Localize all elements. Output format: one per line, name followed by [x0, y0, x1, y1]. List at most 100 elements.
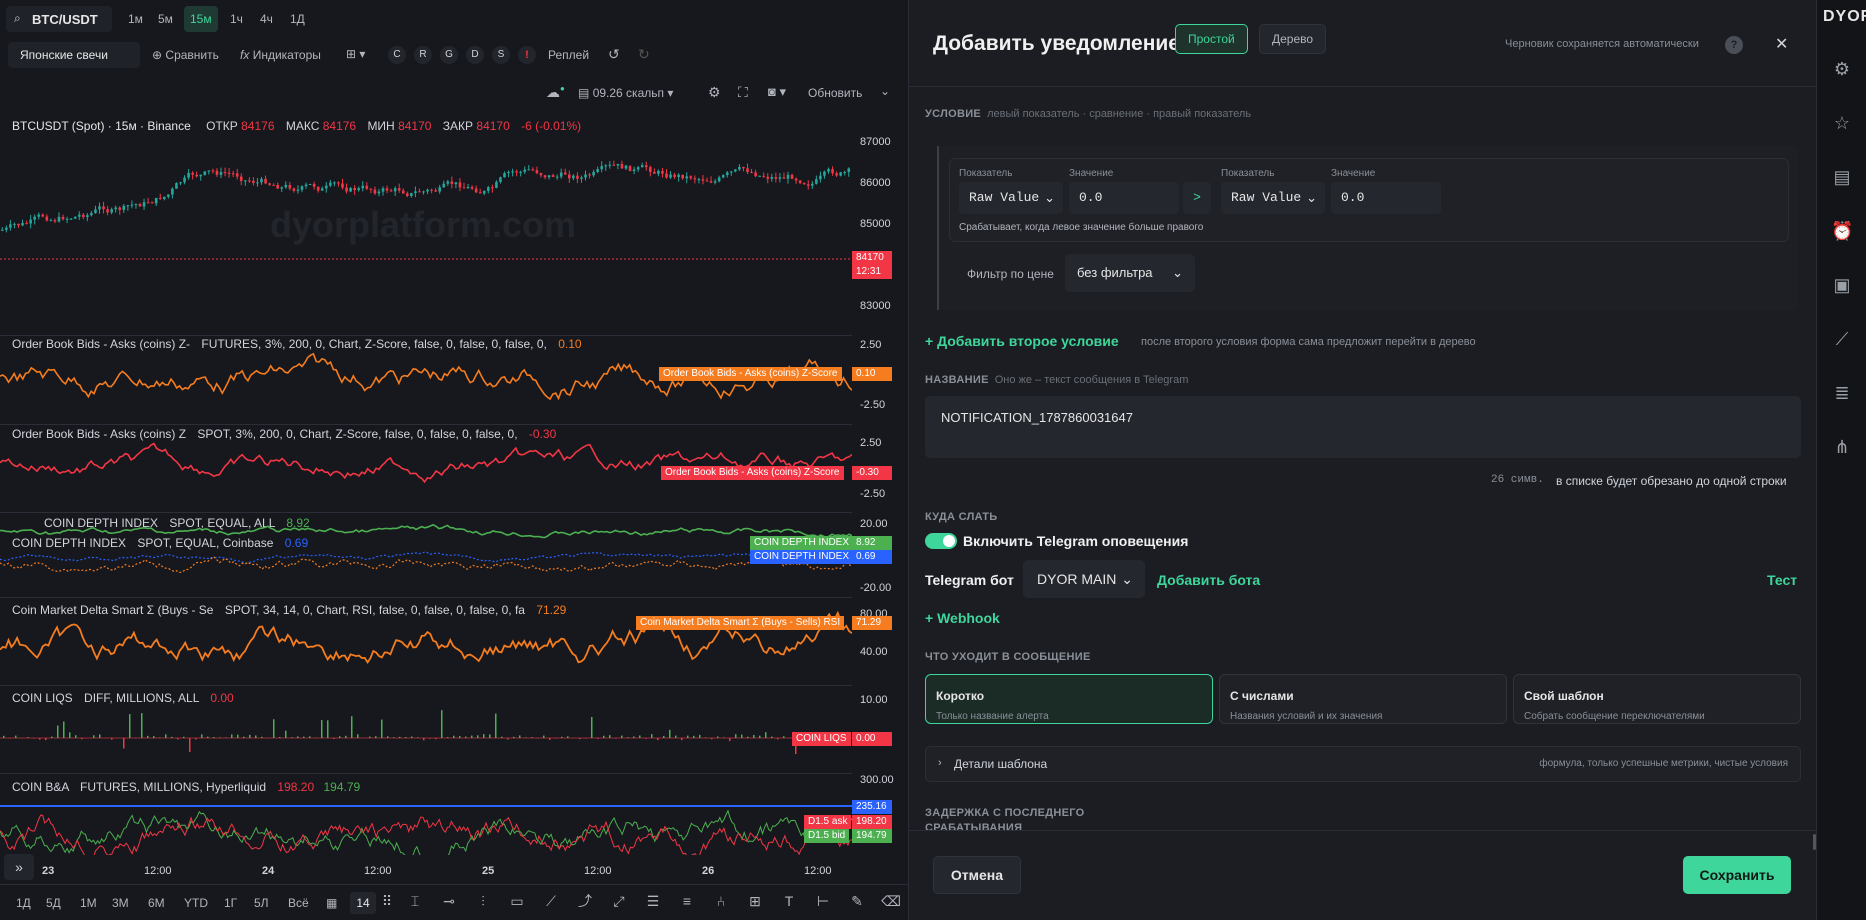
- chat-icon[interactable]: ▣: [1831, 274, 1853, 296]
- undo-icon[interactable]: ↺: [608, 46, 620, 63]
- measure-tool-icon[interactable]: ⊞: [744, 890, 766, 912]
- cloud-icon[interactable]: ☁●: [546, 84, 565, 101]
- alert-exclaim-button[interactable]: !: [518, 46, 536, 64]
- letter-d-button[interactable]: D: [466, 46, 484, 64]
- price-filter-select[interactable]: без фильтра ⌄: [1065, 254, 1195, 292]
- candle-body: [543, 175, 547, 178]
- camera-icon[interactable]: ◙ ▾: [768, 84, 786, 100]
- list-icon[interactable]: ≣: [1831, 382, 1853, 404]
- update-button[interactable]: Обновить: [808, 86, 862, 100]
- pane-separator[interactable]: [0, 335, 852, 336]
- chart-type-select[interactable]: Японские свечи: [8, 42, 140, 68]
- operator-select[interactable]: >: [1183, 182, 1211, 214]
- range-5y[interactable]: 5Л: [254, 896, 269, 910]
- pane-separator[interactable]: [0, 512, 852, 513]
- letter-s-button[interactable]: S: [492, 46, 510, 64]
- ray-tool-icon[interactable]: ⤢: [608, 890, 630, 912]
- indicators-button[interactable]: fx Индикаторы: [240, 48, 321, 62]
- trendline-tool-icon[interactable]: ⟋: [540, 890, 562, 912]
- timeframe-1h[interactable]: 1ч: [224, 6, 249, 32]
- rectangle-tool-icon[interactable]: ▭: [506, 890, 528, 912]
- chevron-down-icon[interactable]: ⌄: [880, 84, 890, 98]
- close-icon[interactable]: ✕: [1775, 34, 1788, 54]
- document-icon[interactable]: ▤: [1831, 166, 1853, 188]
- channel-tool-icon[interactable]: ≡: [676, 890, 698, 912]
- brand-logo[interactable]: DYOR: [1823, 8, 1866, 26]
- webhook-button[interactable]: + Webhook: [925, 610, 1000, 626]
- pane6-plot[interactable]: [0, 795, 852, 855]
- pane-separator[interactable]: [0, 685, 852, 686]
- calendar-icon[interactable]: ▦: [326, 896, 337, 910]
- pane-separator[interactable]: [0, 597, 852, 598]
- layout-select[interactable]: ▤ 09.26 скальп ▾: [578, 86, 673, 100]
- pitchfork-tool-icon[interactable]: ⑃: [710, 890, 732, 912]
- telegram-toggle[interactable]: [925, 533, 957, 549]
- letter-g-button[interactable]: G: [440, 46, 458, 64]
- message-option-template[interactable]: Свой шаблон Собрать сообщение переключат…: [1513, 674, 1801, 724]
- price-chart[interactable]: [0, 130, 852, 330]
- letter-r-button[interactable]: R: [414, 46, 432, 64]
- save-button[interactable]: Сохранить: [1683, 856, 1791, 894]
- pane3-plot[interactable]: [0, 520, 852, 590]
- timeframe-1d[interactable]: 1Д: [284, 6, 311, 32]
- share-icon[interactable]: ⋔: [1831, 436, 1853, 458]
- symbol-search[interactable]: ⌕ BTC/USDT: [6, 6, 112, 32]
- alarm-icon[interactable]: ⏰: [1831, 220, 1853, 242]
- compare-button[interactable]: ⊕ Сравнить: [152, 48, 219, 62]
- fullscreen-icon[interactable]: ⛶: [738, 84, 748, 101]
- timeframe-1m[interactable]: 1м: [122, 6, 149, 32]
- range-tool-icon[interactable]: ⊢: [812, 890, 834, 912]
- template-details-toggle[interactable]: › Детали шаблона формула, только успешны…: [925, 746, 1801, 782]
- range-5d[interactable]: 5Д: [46, 896, 61, 910]
- mode-simple-tab[interactable]: Простой: [1175, 24, 1248, 54]
- range-1m[interactable]: 1М: [80, 896, 97, 910]
- layout-grid-button[interactable]: ⊞ ▾: [346, 47, 365, 61]
- help-icon[interactable]: ?: [1725, 36, 1743, 54]
- cancel-button[interactable]: Отмена: [933, 856, 1021, 894]
- star-icon[interactable]: ☆: [1831, 112, 1853, 134]
- replay-button[interactable]: Реплей: [548, 48, 589, 62]
- hline-tool-icon[interactable]: ⊸: [438, 890, 460, 912]
- timeframe-5m[interactable]: 5м: [152, 6, 179, 32]
- range-all[interactable]: Всё: [288, 896, 309, 910]
- timeframe-4h[interactable]: 4ч: [254, 6, 279, 32]
- range-1y[interactable]: 1Г: [224, 896, 237, 910]
- add-bot-button[interactable]: Добавить бота: [1157, 572, 1260, 588]
- vline-tool-icon[interactable]: ⫶: [472, 890, 494, 912]
- name-input[interactable]: NOTIFICATION_1787860031647: [925, 396, 1801, 458]
- pane5-plot[interactable]: [0, 700, 852, 770]
- redo-icon[interactable]: ↻: [638, 46, 650, 63]
- collapse-toolbar-button[interactable]: »: [4, 854, 34, 880]
- left-indicator-select[interactable]: Raw Value ⌄: [959, 182, 1063, 214]
- text-cursor-tool-icon[interactable]: ⌶: [404, 890, 426, 912]
- range-1d[interactable]: 1Д: [16, 896, 31, 910]
- settings-icon[interactable]: ⚙: [1831, 58, 1853, 80]
- brush-tool-icon[interactable]: ✎: [846, 890, 868, 912]
- range-6m[interactable]: 6М: [148, 896, 165, 910]
- mode-tree-tab[interactable]: Дерево: [1259, 24, 1327, 54]
- chart-line-icon[interactable]: ⟋: [1831, 328, 1853, 350]
- text-tool-icon[interactable]: T: [778, 890, 800, 912]
- left-value-input[interactable]: 0.0: [1069, 182, 1179, 214]
- range-ytd[interactable]: YTD: [184, 896, 208, 910]
- right-indicator-select[interactable]: Raw Value ⌄: [1221, 182, 1325, 214]
- letter-c-button[interactable]: C: [388, 46, 406, 64]
- test-button[interactable]: Тест: [1767, 572, 1797, 588]
- grid-tool-icon[interactable]: ⠿: [376, 890, 398, 912]
- pane3-axis-top: 20.00: [860, 518, 888, 530]
- settings-icon[interactable]: ⚙: [708, 84, 721, 101]
- fib-tool-icon[interactable]: ☰: [642, 890, 664, 912]
- add-second-condition-button[interactable]: + Добавить второе условие: [925, 333, 1119, 349]
- eraser-tool-icon[interactable]: ⌫: [880, 890, 902, 912]
- pane-separator[interactable]: [0, 424, 852, 425]
- right-value-input[interactable]: 0.0: [1331, 182, 1441, 214]
- bot-select[interactable]: DYOR MAIN ⌄: [1023, 560, 1145, 598]
- chart-area[interactable]: ⌕ BTC/USDT 1м 5м 15м 1ч 4ч 1Д Японские с…: [0, 0, 908, 920]
- timeframe-15m[interactable]: 15м: [184, 6, 218, 32]
- range-3m[interactable]: 3М: [112, 896, 129, 910]
- pane-separator[interactable]: [0, 773, 852, 774]
- message-option-short[interactable]: Коротко Только название алерта: [925, 674, 1213, 724]
- message-option-numbers[interactable]: С числами Названия условий и их значения: [1219, 674, 1507, 724]
- bar-count-input[interactable]: 14: [350, 892, 376, 914]
- path-tool-icon[interactable]: ⤴: [574, 890, 596, 912]
